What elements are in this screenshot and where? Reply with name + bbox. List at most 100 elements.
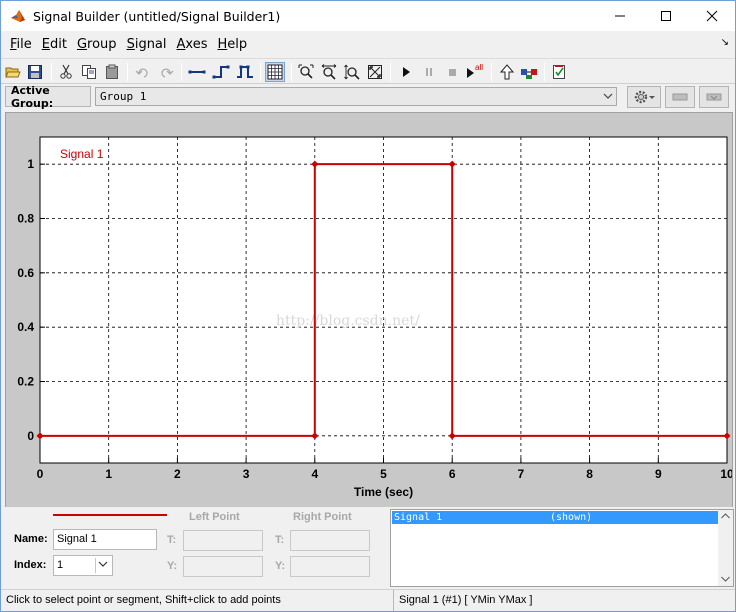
zoom-x-button[interactable] [319,62,339,82]
undo-button[interactable] [133,62,153,82]
y-tick-label: 0.6 [17,266,34,280]
x-tick-label: 6 [449,467,456,481]
maximize-button[interactable] [643,1,689,31]
verification-icon [553,65,565,79]
zoom-x-y-icon [298,64,314,79]
signal-axes[interactable]: 0 1 2 3 4 5 6 7 8 9 10 0 0.2 0.4 0.6 0.8 1 http://blog.cs… [6,113,732,507]
status-bar: Click to select point or segment, Shift+… [1,589,735,611]
minimize-icon [615,15,625,17]
hide-signal-button[interactable] [699,86,729,108]
verification-button[interactable] [549,62,569,82]
menu-axes[interactable]: Axes [172,37,213,52]
paste-icon [106,64,118,79]
signal-properties-panel: Left Point Right Point Name: Signal 1 T:… [1,507,735,587]
move-up-button[interactable] [497,62,517,82]
x-axis-title: Time (sec) [354,485,413,499]
left-point-y-field[interactable] [183,556,263,577]
zoom-x-icon [321,64,337,80]
status-hint: Click to select point or segment, Shift+… [6,594,281,606]
close-button[interactable] [689,1,735,31]
signal-index-value: 1 [57,559,64,571]
menu-edit[interactable]: Edit [37,37,72,52]
active-group-select[interactable]: Group 1 [95,87,617,106]
grid-toggle-button[interactable] [265,62,285,82]
move-up-icon [499,64,515,80]
zoom-x-y-button[interactable] [296,62,316,82]
pause-button[interactable] [419,62,439,82]
signal-list-name: Signal 1 [394,512,443,523]
name-label: Name: [14,533,48,545]
start-simulation-icon [403,67,410,77]
right-t-label: T: [275,534,285,546]
signal-list-row[interactable]: Signal 1 (shown) [392,511,718,524]
minimize-button[interactable] [597,1,643,31]
model-icon [521,69,537,79]
stop-button[interactable] [442,62,462,82]
add-step-button[interactable] [211,62,231,82]
save-icon [28,65,42,79]
settings-menu-button[interactable] [627,86,661,108]
redo-icon [161,68,174,78]
show-signal-button[interactable] [665,86,695,108]
close-icon [706,10,718,22]
group-bar: Active Group: Group 1 [1,84,735,110]
right-point-t-field[interactable] [290,530,370,551]
svg-text:all: all [475,63,483,72]
left-point-t-field[interactable] [183,530,263,551]
chevron-down-icon [603,88,613,111]
signal-label: Signal 1 [60,147,104,161]
dock-arrow-icon[interactable]: ↘ [721,37,729,48]
left-t-label: T: [167,534,177,546]
copy-button[interactable] [79,62,99,82]
watermark-text: http://blog.csdn.net/ [276,313,420,329]
step-up-icon [212,65,230,79]
pause-icon [426,68,432,76]
open-button[interactable] [3,62,23,82]
scroll-down-icon[interactable] [721,576,730,582]
signal-plot-panel: 0 1 2 3 4 5 6 7 8 9 10 0 0.2 0.4 0.6 0.8 1 http://blog.cs… [5,112,733,508]
add-line-segment-button[interactable] [187,62,207,82]
scroll-up-icon[interactable] [721,513,730,519]
grid-toggle-icon [267,64,283,80]
x-tick-label: 2 [174,467,181,481]
x-tick-label: 1 [105,467,112,481]
left-y-label: Y: [167,560,178,572]
start-simulation-button[interactable] [396,62,416,82]
add-pulse-button[interactable] [235,62,255,82]
signal-index-select[interactable]: 1 [53,555,113,576]
x-tick-label: 7 [518,467,525,481]
right-point-y-field[interactable] [290,556,370,577]
y-tick-label: 1 [27,157,34,171]
paste-button[interactable] [102,62,122,82]
signal-line-style-swatch[interactable] [53,513,169,517]
right-y-label: Y: [275,560,286,572]
menu-signal[interactable]: Signal [122,37,172,52]
y-tick-label: 0.2 [17,375,34,389]
signal-list[interactable]: Signal 1 (shown) [390,509,734,587]
cut-button[interactable] [56,62,76,82]
undo-icon [135,68,148,78]
x-tick-label: 5 [380,467,387,481]
save-button[interactable] [25,62,45,82]
run-all-button[interactable]: all [465,62,487,82]
stop-icon [449,69,456,76]
full-view-icon [368,65,382,79]
maximize-icon [661,11,671,21]
active-group-value: Group 1 [100,90,147,103]
y-tick-label: 0.8 [17,212,34,226]
zoom-y-button[interactable] [342,62,362,82]
menu-file[interactable]: File [5,37,37,52]
menu-group[interactable]: Group [72,37,122,52]
x-tick-label: 8 [586,467,593,481]
y-tick-label: 0.4 [17,320,34,334]
show-model-button[interactable] [519,62,539,82]
index-label: Index: [14,559,47,571]
signal-builder-window: Signal Builder (untitled/Signal Builder1… [0,0,736,612]
menu-help[interactable]: Help [213,37,253,52]
title-bar: Signal Builder (untitled/Signal Builder1… [1,1,735,31]
signal-name-field[interactable]: Signal 1 [53,529,157,550]
redo-button[interactable] [156,62,176,82]
line-segment-icon [188,70,206,74]
full-view-button[interactable] [365,62,385,82]
signal-list-scrollbar[interactable] [718,510,733,586]
